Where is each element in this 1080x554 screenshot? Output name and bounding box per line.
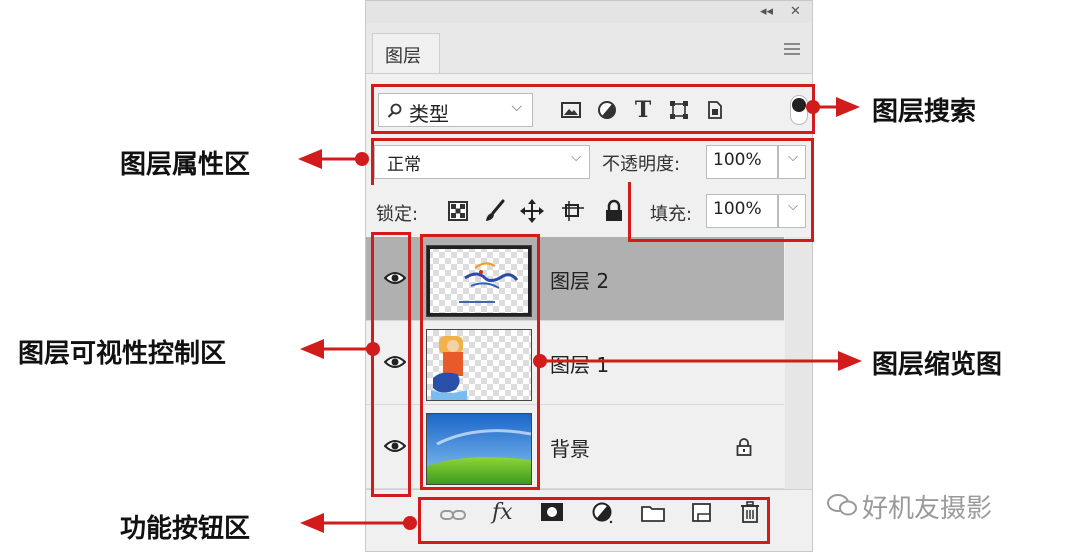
callout-layer-visibility: 图层可视性控制区: [18, 339, 227, 369]
callout-function-buttons: 功能按钮区: [120, 514, 251, 544]
wechat-logo-icon: [827, 494, 857, 516]
annotation-arrows: [298, 97, 862, 533]
watermark-text: 好机友摄影: [862, 494, 993, 524]
callout-layer-properties: 图层属性区: [120, 150, 251, 180]
callout-layer-thumbnail: 图层缩览图: [872, 350, 1003, 380]
callout-layer-search: 图层搜索: [872, 97, 977, 127]
